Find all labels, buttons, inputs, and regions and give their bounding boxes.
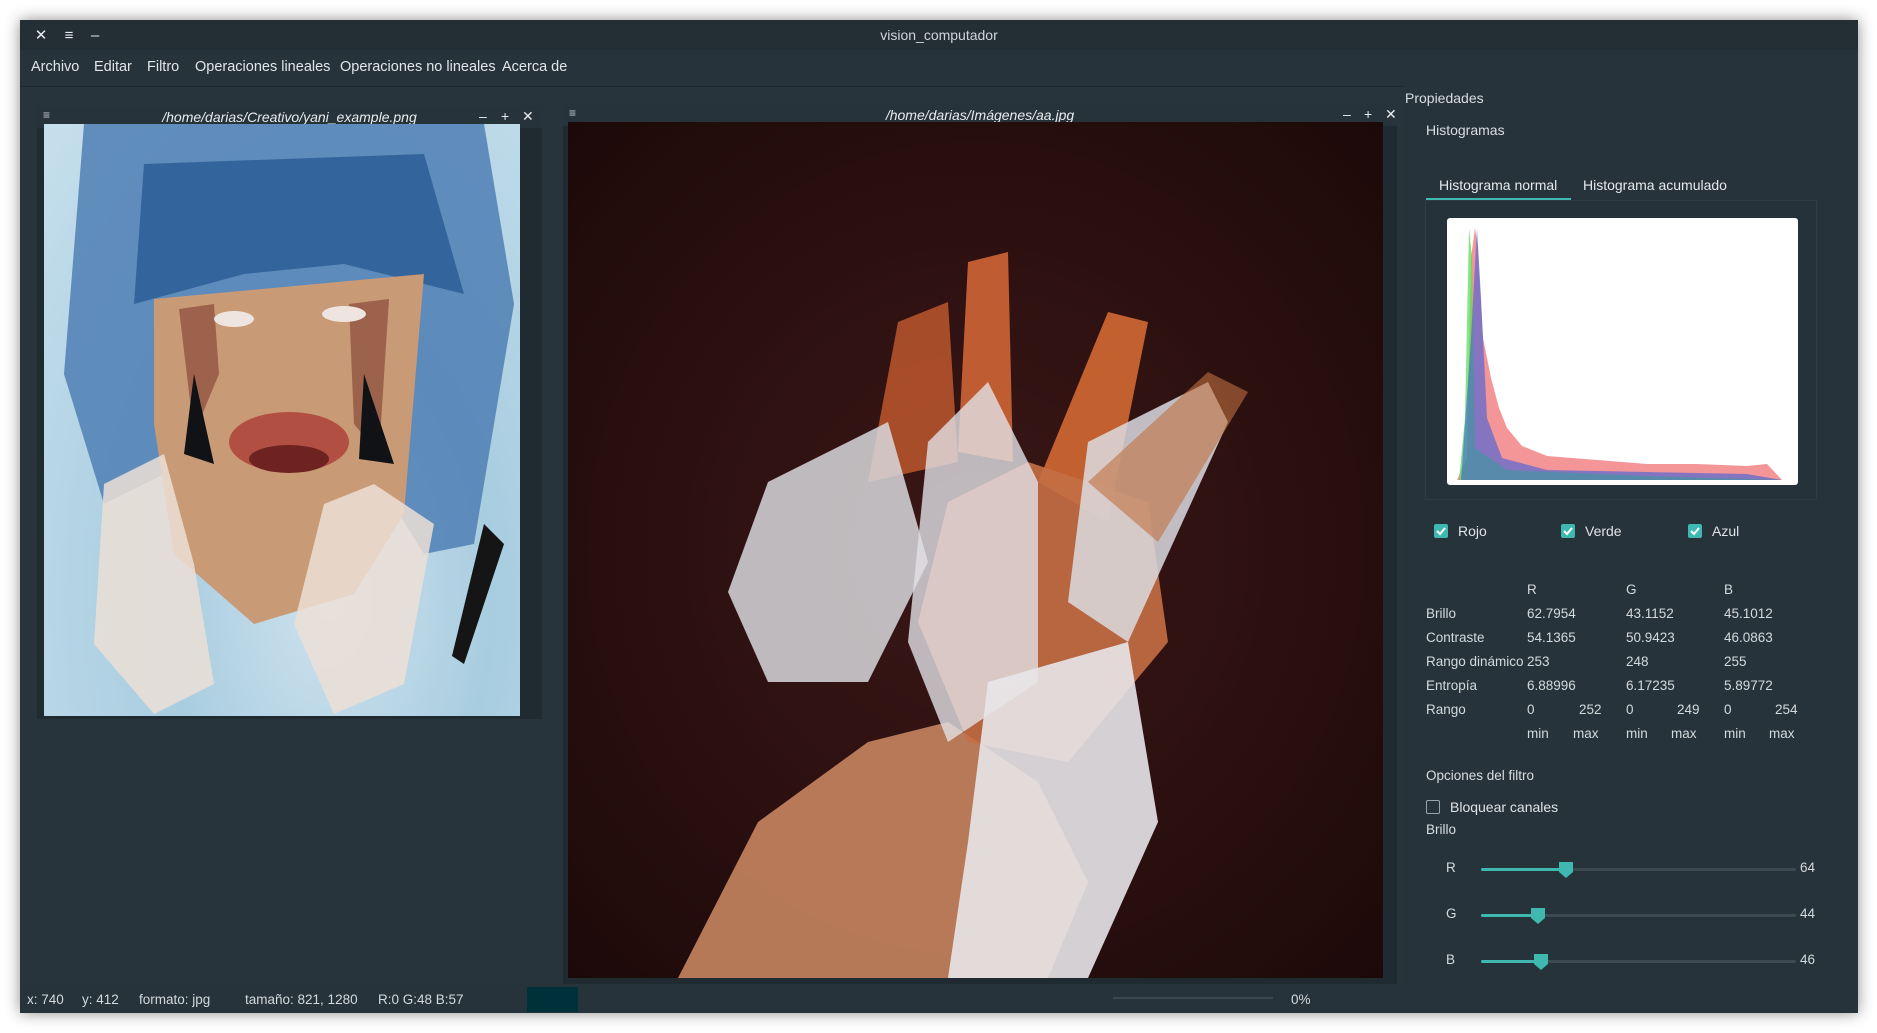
slider-label-r: R xyxy=(1446,860,1456,875)
checkbox-bloquear-canales-label: Bloquear canales xyxy=(1450,799,1559,815)
progress-percent: 0% xyxy=(1291,992,1311,1007)
stats-label-rango: Rango xyxy=(1426,702,1466,717)
slider-row-g: G 44 xyxy=(1426,906,1846,926)
subwindow-close-button[interactable]: ✕ xyxy=(1385,106,1397,123)
progress-bar xyxy=(1113,997,1273,999)
minmax-label: min xyxy=(1724,726,1746,741)
subwindow-minimize-button[interactable]: – xyxy=(1343,106,1351,122)
stats-label-contraste: Contraste xyxy=(1426,630,1485,645)
stats-value: 5.89772 xyxy=(1724,678,1773,693)
title-bar: ✕ ≡ – vision_computador xyxy=(20,20,1858,50)
properties-dock: Propiedades Histogramas Histograma norma… xyxy=(1405,86,1858,984)
checkbox-rojo-box[interactable] xyxy=(1434,524,1448,538)
minmax-label: max xyxy=(1769,726,1795,741)
tab-histograma-normal[interactable]: Histograma normal xyxy=(1426,170,1571,200)
stats-value: 46.0863 xyxy=(1724,630,1773,645)
rango-g-max: 249 xyxy=(1677,702,1700,717)
stats-header-r: R xyxy=(1527,582,1537,597)
menu-acerca-de[interactable]: Acerca de xyxy=(502,59,567,75)
red-channel-area xyxy=(1457,228,1782,480)
checkbox-verde-box[interactable] xyxy=(1561,524,1575,538)
stats-header-g: G xyxy=(1626,582,1637,597)
stats-label-brillo: Brillo xyxy=(1426,606,1457,621)
tab-histograma-acumulado[interactable]: Histograma acumulado xyxy=(1573,170,1733,200)
stats-value: 43.1152 xyxy=(1626,606,1674,621)
slider-label-g: G xyxy=(1446,906,1457,921)
rango-r-max: 252 xyxy=(1579,702,1602,717)
menu-operaciones-lineales[interactable]: Operaciones lineales xyxy=(195,59,330,75)
image-yani-example xyxy=(44,124,520,716)
stats-value: 54.1365 xyxy=(1527,630,1576,645)
rango-r-min: 0 xyxy=(1527,702,1535,717)
status-format: formato: jpg xyxy=(139,992,211,1007)
subwindow-close-button[interactable]: ✕ xyxy=(522,108,534,125)
stats-value: 62.7954 xyxy=(1527,606,1576,621)
rango-g-min: 0 xyxy=(1626,702,1634,717)
status-rgb: R:0 G:48 B:57 xyxy=(378,992,464,1007)
checkbox-verde-label: Verde xyxy=(1585,523,1622,539)
app-window: ✕ ≡ – vision_computador Archivo Editar F… xyxy=(20,20,1858,1013)
status-size: tamaño: 821, 1280 xyxy=(245,992,358,1007)
minmax-label: max xyxy=(1671,726,1697,741)
stats-value: 6.17235 xyxy=(1626,678,1675,693)
stats-value: 253 xyxy=(1527,654,1550,669)
stats-value: 255 xyxy=(1724,654,1747,669)
status-x: x: 740 xyxy=(27,992,64,1007)
slider-g-handle[interactable] xyxy=(1530,907,1546,925)
subwindow-title: /home/darias/Creativo/yani_example.png xyxy=(162,109,417,125)
slider-b-handle[interactable] xyxy=(1533,953,1549,971)
menu-bar: Archivo Editar Filtro Operaciones lineal… xyxy=(20,50,1858,86)
slider-b-value: 46 xyxy=(1800,952,1816,967)
stats-value: 50.9423 xyxy=(1626,630,1675,645)
stats-value: 248 xyxy=(1626,654,1649,669)
slider-row-r: R 64 xyxy=(1426,860,1846,880)
stats-label-entropia: Entropía xyxy=(1426,678,1478,693)
subwindow-minimize-button[interactable]: – xyxy=(479,108,487,124)
slider-row-b: B 46 xyxy=(1426,952,1846,972)
window-title: vision_computador xyxy=(880,27,998,43)
histogram-chart xyxy=(1447,218,1798,485)
rango-b-max: 254 xyxy=(1775,702,1798,717)
slider-g-value: 44 xyxy=(1800,906,1816,921)
dock-title: Propiedades xyxy=(1405,90,1484,106)
stats-label-rango-dinamico: Rango dinámico xyxy=(1426,654,1524,669)
checkbox-azul-box[interactable] xyxy=(1688,524,1702,538)
checkbox-azul-label: Azul xyxy=(1712,523,1740,539)
slider-b-track[interactable] xyxy=(1481,954,1796,970)
image-aa xyxy=(568,122,1383,978)
subwindow-maximize-button[interactable]: + xyxy=(1364,106,1372,122)
menu-editar[interactable]: Editar xyxy=(94,59,132,75)
menu-filtro[interactable]: Filtro xyxy=(147,59,179,75)
brightness-label: Brillo xyxy=(1426,822,1457,837)
minmax-label: min xyxy=(1527,726,1549,741)
checkbox-rojo-label: Rojo xyxy=(1458,523,1487,539)
status-bar: x: 740 y: 412 formato: jpg tamaño: 821, … xyxy=(20,984,1858,1013)
slider-r-track[interactable] xyxy=(1481,862,1796,878)
stats-value: 6.88996 xyxy=(1527,678,1576,693)
pixel-color-swatch xyxy=(527,987,578,1012)
slider-r-handle[interactable] xyxy=(1558,861,1574,879)
histograms-label: Histogramas xyxy=(1426,122,1505,138)
minmax-label: max xyxy=(1573,726,1599,741)
rango-b-min: 0 xyxy=(1724,702,1732,717)
stats-header-b: B xyxy=(1724,582,1734,597)
slider-label-b: B xyxy=(1446,952,1456,967)
subwindow-title: /home/darias/Imágenes/aa.jpg xyxy=(885,107,1075,123)
slider-r-value: 64 xyxy=(1800,860,1816,875)
status-y: y: 412 xyxy=(82,992,119,1007)
menu-operaciones-no-lineales[interactable]: Operaciones no lineales xyxy=(340,59,496,75)
minmax-label: min xyxy=(1626,726,1648,741)
filter-options-title: Opciones del filtro xyxy=(1426,768,1535,783)
subwindow-maximize-button[interactable]: + xyxy=(501,108,509,124)
slider-g-track[interactable] xyxy=(1481,908,1796,924)
menu-archivo[interactable]: Archivo xyxy=(31,59,79,75)
stats-value: 45.1012 xyxy=(1724,606,1773,621)
slider-r-fill xyxy=(1481,868,1567,871)
checkbox-bloquear-canales-box[interactable] xyxy=(1426,800,1440,814)
